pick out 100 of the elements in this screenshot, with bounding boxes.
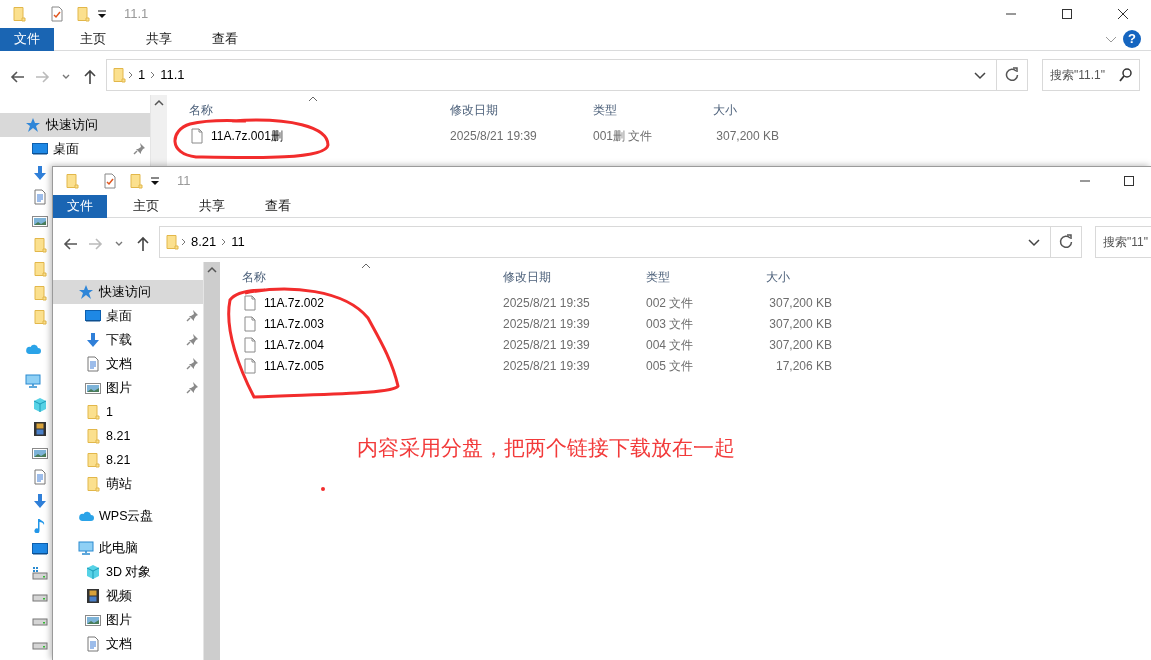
- computer-icon: [78, 540, 94, 556]
- download-icon: [85, 332, 101, 348]
- refresh-button[interactable]: [997, 59, 1028, 91]
- column-header[interactable]: 名称: [220, 262, 497, 292]
- picture-icon: [85, 380, 101, 396]
- sidebar-item[interactable]: 快速访问: [0, 113, 150, 137]
- chevron-icon: [220, 238, 228, 246]
- sidebar-item[interactable]: 文档: [53, 352, 203, 376]
- dropdown-icon[interactable]: [1028, 237, 1040, 247]
- sidebar-item[interactable]: 此电脑: [53, 536, 203, 560]
- sidebar-item[interactable]: 8.21: [53, 424, 203, 448]
- cube-icon: [32, 397, 48, 413]
- file-name[interactable]: 11A.7z.001删: [167, 125, 444, 146]
- download-icon: [32, 493, 48, 509]
- computer-icon: [25, 373, 41, 389]
- folder-icon: [85, 452, 101, 468]
- close-icon: [1117, 8, 1129, 20]
- ribbon-tab[interactable]: 文件: [0, 27, 54, 51]
- picture-icon: [85, 612, 101, 628]
- folder-icon: [32, 309, 48, 325]
- file-name[interactable]: 11A.7z.002: [220, 292, 497, 313]
- column-header[interactable]: 大小: [760, 262, 840, 292]
- sidebar-item[interactable]: 萌站: [53, 472, 203, 496]
- file-type: 003 文件: [645, 315, 695, 333]
- ribbon-tab[interactable]: 主页: [66, 27, 120, 51]
- sidebar-item[interactable]: 图片: [53, 608, 203, 632]
- folder-icon: [85, 404, 101, 420]
- sidebar-item[interactable]: 视频: [53, 584, 203, 608]
- file-size: 17,206 KB: [774, 357, 833, 375]
- ribbon-tab[interactable]: 文件: [53, 194, 107, 218]
- file-type: 002 文件: [645, 294, 695, 312]
- search-field[interactable]: 搜索"11": [1095, 226, 1151, 258]
- column-header[interactable]: 类型: [587, 95, 707, 125]
- path-segment[interactable]: 1: [134, 65, 150, 85]
- path-segment[interactable]: 11: [227, 232, 249, 252]
- maximize-icon: [1123, 175, 1135, 187]
- modified-date: 2025/8/21 19:35: [502, 294, 591, 312]
- file-size: 307,200 KB: [768, 315, 833, 333]
- download-icon: [32, 165, 48, 181]
- folder-icon: [32, 285, 48, 301]
- address-bar[interactable]: 8.21 11: [159, 226, 1051, 258]
- picture-icon: [32, 445, 48, 461]
- column-header[interactable]: 修改日期: [444, 95, 587, 125]
- search-icon[interactable]: [1118, 67, 1134, 83]
- sidebar-item[interactable]: 图片: [53, 376, 203, 400]
- folder-icon: [111, 67, 127, 83]
- document-icon: [85, 356, 101, 372]
- search-field[interactable]: 搜索"11.1": [1042, 59, 1140, 91]
- sidebar-item[interactable]: 桌面: [0, 137, 150, 161]
- desktop-icon: [32, 541, 48, 557]
- maximize-icon: [1061, 8, 1073, 20]
- file-name[interactable]: 11A.7z.005: [220, 355, 497, 376]
- file-name[interactable]: 11A.7z.004: [220, 334, 497, 355]
- star-icon: [25, 117, 41, 133]
- file-type: 001删 文件: [592, 127, 654, 145]
- scroll-up-icon[interactable]: [154, 99, 164, 107]
- scroll-up-icon[interactable]: [207, 266, 217, 274]
- document-icon: [32, 189, 48, 205]
- refresh-icon: [1058, 234, 1074, 250]
- column-header[interactable]: 修改日期: [497, 262, 640, 292]
- sidebar-item[interactable]: WPS云盘: [53, 504, 203, 528]
- modified-date: 2025/8/21 19:39: [449, 127, 538, 145]
- folder-icon: [164, 234, 180, 250]
- ribbon-tab[interactable]: 共享: [185, 194, 239, 218]
- sidebar-item[interactable]: 快速访问: [53, 280, 203, 304]
- file-size: 307,200 KB: [768, 294, 833, 312]
- sidebar-item[interactable]: 下载: [53, 328, 203, 352]
- ribbon-tab[interactable]: 查看: [198, 27, 252, 51]
- column-header[interactable]: 类型: [640, 262, 760, 292]
- folder-icon: [85, 428, 101, 444]
- desktop-icon: [85, 308, 101, 324]
- file-icon: [242, 315, 258, 332]
- sidebar-item[interactable]: 1: [53, 400, 203, 424]
- chevron-icon[interactable]: [1105, 34, 1117, 44]
- column-header[interactable]: 名称: [167, 95, 444, 125]
- folder-icon: [32, 237, 48, 253]
- folder-icon: [85, 476, 101, 492]
- sidebar-item[interactable]: 8.21: [53, 448, 203, 472]
- chevron-icon: [149, 71, 157, 79]
- star-icon: [78, 284, 94, 300]
- column-header[interactable]: 大小: [707, 95, 787, 125]
- dropdown-icon[interactable]: [974, 70, 986, 80]
- file-size: 307,200 KB: [715, 127, 780, 145]
- file-name[interactable]: 11A.7z.003: [220, 313, 497, 334]
- cube-icon: [85, 564, 101, 580]
- sidebar-item[interactable]: 3D 对象: [53, 560, 203, 584]
- sidebar-item[interactable]: 文档: [53, 632, 203, 656]
- sort-caret-icon: [361, 262, 371, 270]
- refresh-button[interactable]: [1051, 226, 1082, 258]
- help-button[interactable]: ?: [1123, 30, 1141, 48]
- ribbon-tab[interactable]: 共享: [132, 27, 186, 51]
- ribbon-tab[interactable]: 查看: [251, 194, 305, 218]
- address-bar[interactable]: 1 11.1: [106, 59, 997, 91]
- path-segment[interactable]: 8.21: [187, 232, 221, 252]
- annotation-dot: [321, 487, 325, 491]
- file-icon: [242, 357, 258, 374]
- ribbon-tab[interactable]: 主页: [119, 194, 173, 218]
- sidebar-item[interactable]: 桌面: [53, 304, 203, 328]
- path-segment[interactable]: 11.1: [156, 65, 189, 85]
- file-icon: [242, 294, 258, 311]
